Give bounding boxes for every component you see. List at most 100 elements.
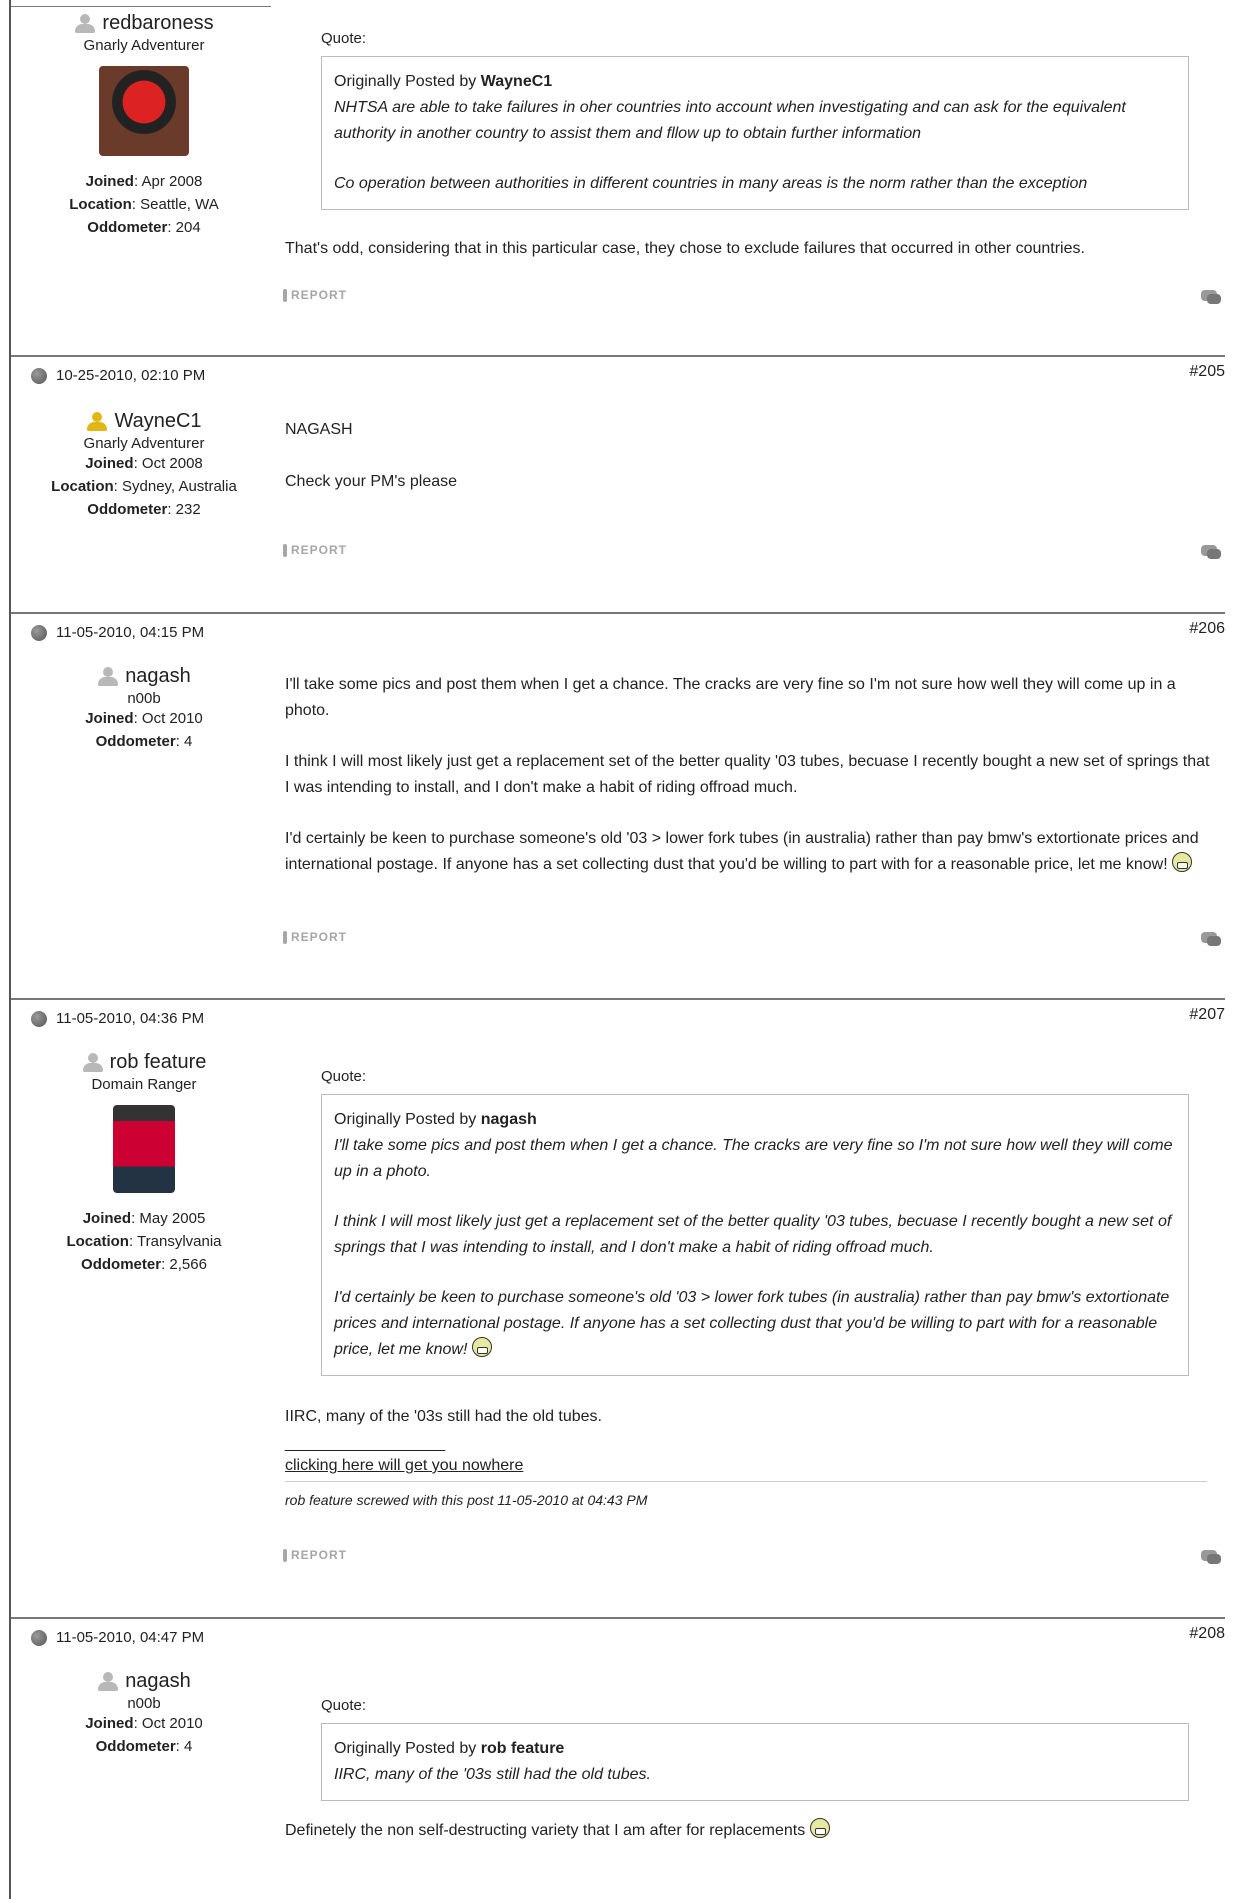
user-title: n00b [127,1695,161,1712]
report-button[interactable]: REPORT [283,1548,347,1562]
grin-smiley-icon [471,1337,492,1357]
report-button[interactable]: REPORT [283,288,347,302]
post-text: That's odd, considering that in this par… [285,240,1085,257]
post-text: I'd certainly be keen to purchase someon… [285,830,1199,873]
post-date: 11-05-2010, 04:36 PM [31,1010,204,1027]
user-info: redbaroness Gnarly Adventurer Joined: Ap… [29,12,259,239]
user-location: Location: Seattle, WA [69,196,219,213]
user-title: n00b [127,690,161,707]
user-joined: Joined: Apr 2008 [85,173,203,190]
quote-text: I think I will most likely just get a re… [334,1213,1172,1256]
post-body: NAGASH Check your PM's please [285,417,1225,495]
reply-quote-icon[interactable] [1201,545,1221,561]
username-link[interactable]: WayneC1 [29,410,259,433]
user-odometer: Oddometer: 232 [87,501,201,518]
quote-author: rob feature [480,1740,565,1757]
user-joined: Joined: Oct 2010 [85,710,203,727]
quote-attribution: Originally Posted by nagash [334,1111,537,1128]
user-odometer: Oddometer: 4 [95,1738,193,1755]
edit-note: rob feature screwed with this post 11-05… [285,1492,648,1508]
quote-attribution: Originally Posted by rob feature [334,1740,565,1757]
user-offline-icon [74,13,96,34]
quote-author: nagash [480,1111,537,1128]
report-icon [283,930,287,944]
user-title: Domain Ranger [91,1076,197,1093]
post-header-divider [11,998,1225,1000]
post-number-link[interactable]: #208 [1189,1625,1225,1643]
reply-quote-icon[interactable] [1201,290,1221,306]
post-header-divider [11,1617,1225,1619]
quote-text: I'd certainly be keen to purchase someon… [334,1289,1170,1358]
quote-label: Quote: [321,1068,367,1085]
report-icon [283,543,287,557]
username[interactable]: WayneC1 [114,410,201,433]
quote-text: NHTSA are able to take failures in oher … [334,99,1126,142]
quote-text: Co operation between authorities in diff… [334,175,1088,192]
reply-quote-icon[interactable] [1201,932,1221,948]
username[interactable]: redbaroness [102,12,213,35]
avatar[interactable] [99,66,189,156]
username[interactable]: nagash [125,1670,191,1693]
user-location: Location: Transylvania [66,1233,222,1250]
username[interactable]: rob feature [110,1051,207,1074]
user-odometer: Oddometer: 2,566 [81,1256,207,1273]
thread-frame: redbaroness Gnarly Adventurer Joined: Ap… [9,0,1225,1899]
report-icon [283,1548,287,1562]
user-online-icon [86,411,108,432]
post-body: That's odd, considering that in this par… [285,236,1225,262]
post-date: 11-05-2010, 04:47 PM [31,1629,204,1646]
status-dot-icon [31,367,47,384]
quote-box: Originally Posted by rob feature IIRC, m… [321,1723,1189,1801]
quote-label: Quote: [321,30,367,47]
user-info: nagash n00b Joined: Oct 2010 Oddometer: … [29,665,259,753]
joined-label: Joined [85,173,134,190]
user-joined: Joined: Oct 2010 [85,1715,203,1732]
post-body: I'll take some pics and post them when I… [285,672,1215,878]
user-odometer: Oddometer: 204 [87,219,201,236]
post-text: NAGASH [285,421,353,438]
reply-quote-icon[interactable] [1201,1550,1221,1566]
avatar[interactable] [113,1105,175,1193]
report-button[interactable]: REPORT [283,543,347,557]
post-text: Definetely the non self-destructing vari… [285,1818,1225,1844]
post-date: 10-25-2010, 02:10 PM [31,367,205,384]
post-divider [11,6,271,7]
quote-text: IIRC, many of the '03s still had the old… [334,1766,651,1783]
user-title: Gnarly Adventurer [83,37,205,54]
username-link[interactable]: rob feature [29,1051,259,1074]
edit-divider [285,1481,1207,1482]
signature-line: __________________ [285,1435,446,1452]
post-text: IIRC, many of the '03s still had the old… [285,1408,602,1425]
post-text: Check your PM's please [285,473,458,490]
grin-smiley-icon [1172,852,1193,872]
user-info: nagash n00b Joined: Oct 2010 Oddometer: … [29,1670,259,1758]
report-icon [283,288,287,302]
username-link[interactable]: redbaroness [29,12,259,35]
grin-smiley-icon [809,1818,830,1838]
post-date: 11-05-2010, 04:15 PM [31,624,204,641]
username-link[interactable]: nagash [29,1670,259,1693]
report-button[interactable]: REPORT [283,930,347,944]
post-text: I'll take some pics and post them when I… [285,676,1176,719]
user-offline-icon [97,666,119,687]
user-joined: Joined: May 2005 [82,1210,206,1227]
status-dot-icon [31,624,47,641]
user-title: Gnarly Adventurer [83,435,205,452]
user-location: Location: Sydney, Australia [51,478,237,495]
post-body: Definetely the non self-destructing vari… [285,1818,1225,1844]
quote-text: I'll take some pics and post them when I… [334,1137,1173,1180]
post-text: I think I will most likely just get a re… [285,753,1210,796]
user-odometer: Oddometer: 4 [95,733,193,750]
user-info: rob feature Domain Ranger Joined: May 20… [29,1051,259,1276]
username[interactable]: nagash [125,665,191,688]
quote-label: Quote: [321,1697,367,1714]
post-number-link[interactable]: #207 [1189,1006,1225,1024]
username-link[interactable]: nagash [29,665,259,688]
quote-author: WayneC1 [480,73,553,90]
user-offline-icon [82,1052,104,1073]
post-number-link[interactable]: #205 [1189,363,1225,381]
quote-box: Originally Posted by nagash I'll take so… [321,1094,1189,1376]
post-number-link[interactable]: #206 [1189,620,1225,638]
post-body: IIRC, many of the '03s still had the old… [285,1404,1225,1510]
signature-link[interactable]: clicking here will get you nowhere [285,1457,523,1474]
